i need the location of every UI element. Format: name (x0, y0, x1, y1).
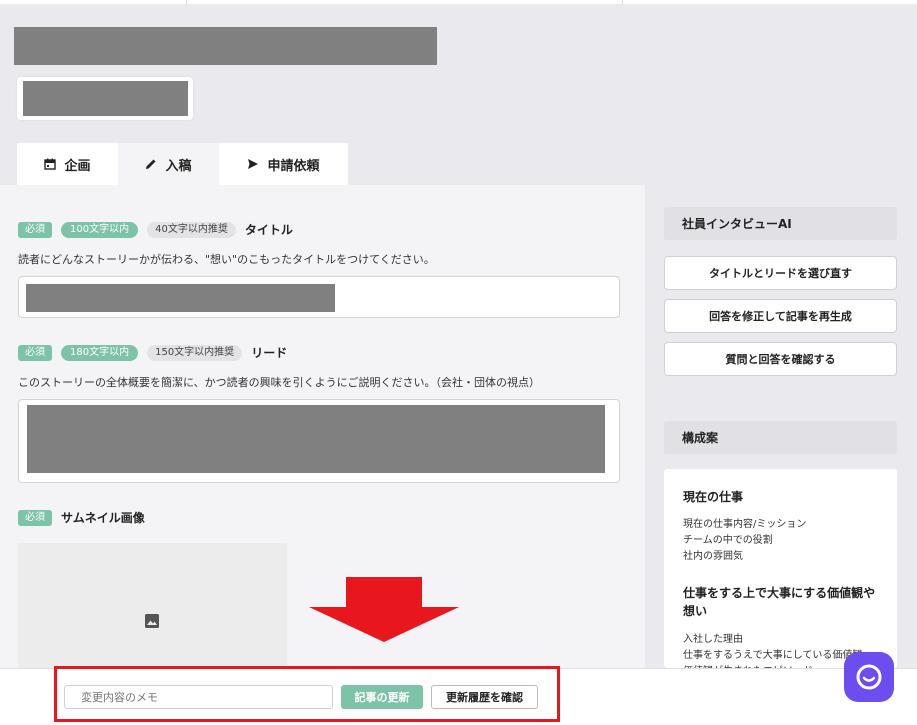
ai-section-title: 社員インタビューAI (664, 207, 897, 240)
thumbnail-field-header: 必須 サムネイル画像 (18, 509, 145, 526)
field-label: リード (251, 346, 288, 360)
chat-icon (856, 664, 882, 690)
calendar-icon (44, 158, 57, 170)
outline-item: チームの中での役割 (683, 535, 773, 546)
tab-request[interactable]: 申請依頼 (219, 143, 348, 185)
required-badge: 必須 (18, 344, 52, 361)
required-badge: 必須 (18, 221, 52, 238)
char-limit-badge: 100文字以内 (61, 221, 139, 238)
step-tabs: 企画 入稿 申請依頼 (17, 143, 348, 185)
redacted-block (23, 81, 188, 116)
outline-heading: 仕事をする上で大事にする価値観や想い (683, 586, 876, 618)
tab-planning[interactable]: 企画 (17, 143, 118, 185)
title-help-text: 読者にどんなストーリーかが伝わる、"想い"のこもったタイトルをつけてください。 (18, 253, 435, 266)
lead-textarea[interactable] (18, 399, 620, 483)
regenerate-article-button[interactable]: 回答を修正して記事を再生成 (664, 299, 897, 333)
outline-item: 入社した理由 (683, 634, 743, 645)
recommend-badge: 40文字以内推奨 (147, 221, 236, 238)
recommend-badge: 150文字以内推奨 (147, 344, 243, 361)
char-limit-badge: 180文字以内 (61, 344, 139, 361)
down-arrow-annotation (309, 577, 459, 642)
review-qa-button[interactable]: 質問と回答を確認する (664, 342, 897, 376)
change-memo-input[interactable] (64, 685, 333, 709)
title-field-header: 必須 100文字以内 40文字以内推奨 タイトル (18, 221, 293, 238)
redacted-company-badge (17, 77, 193, 120)
field-label: サムネイル画像 (61, 511, 145, 525)
outline-item: 社内の雰囲気 (683, 551, 743, 562)
required-badge: 必須 (18, 509, 52, 526)
image-icon (145, 614, 159, 628)
outline-item: 現在の仕事内容/ミッション (683, 519, 807, 530)
outline-panel: 現在の仕事 現在の仕事内容/ミッション チームの中での役割 社内の雰囲気 仕事を… (664, 469, 897, 668)
pencil-icon (146, 159, 156, 169)
lead-field-header: 必須 180文字以内 150文字以内推奨 リード (18, 344, 287, 361)
outline-heading: 現在の仕事 (683, 490, 744, 504)
update-article-button[interactable]: 記事の更新 (341, 685, 423, 709)
view-history-button[interactable]: 更新履歴を確認 (431, 685, 538, 709)
outline-section-title: 構成案 (664, 421, 897, 454)
reselect-title-lead-button[interactable]: タイトルとリードを選び直す (664, 256, 897, 290)
redacted-page-title (14, 27, 437, 65)
redacted-title-value (26, 284, 335, 312)
field-label: タイトル (244, 223, 293, 237)
title-input[interactable] (18, 276, 620, 318)
tab-label: 企画 (64, 158, 91, 174)
thumbnail-upload[interactable] (18, 543, 287, 668)
tab-label: 申請依頼 (267, 158, 320, 174)
tab-label: 入稿 (165, 158, 192, 174)
send-icon (248, 159, 259, 169)
chat-launcher-button[interactable] (844, 652, 894, 702)
outline-item: 仕事をするうえで大事にしている価値観 (683, 650, 863, 661)
lead-help-text: このストーリーの全体概要を簡潔に、かつ読者の興味を引くようにご説明ください。（会… (18, 376, 540, 389)
tab-submission[interactable]: 入稿 (118, 143, 219, 185)
redacted-lead-value (27, 405, 605, 473)
